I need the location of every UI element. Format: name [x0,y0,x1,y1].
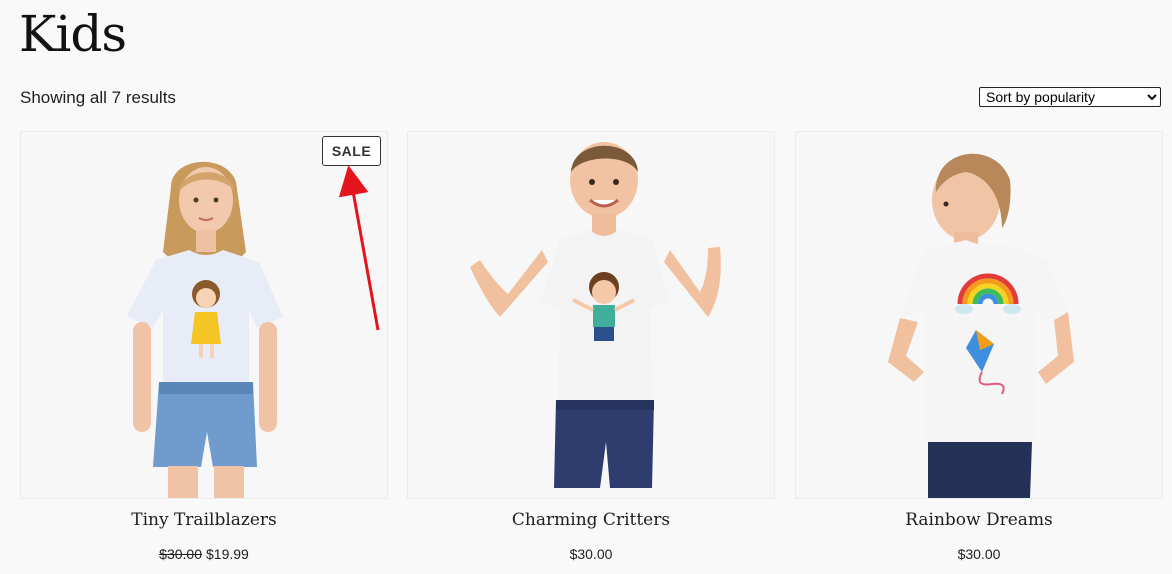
product-price: $30.00 [569,546,613,562]
shop-page: Kids Showing all 7 results Sort by popul… [0,0,1172,574]
sale-badge: SALE [322,136,381,166]
product-name[interactable]: Tiny Trailblazers [20,509,388,531]
product-name[interactable]: Rainbow Dreams [795,509,1163,531]
old-price: $30.00 [159,546,202,562]
product-card-tiny-trailblazers[interactable]: SALE Tiny Trailblazers $30.00 $19.99 [20,131,388,562]
product-image-charming-critters[interactable] [407,131,775,499]
product-price: $30.00 [957,546,1001,562]
result-count: Showing all 7 results [20,88,176,107]
sort-select[interactable]: Sort by popularity [979,87,1161,107]
girl-tshirt-photo-icon [127,161,283,498]
product-price: $30.00 $19.99 [20,545,388,563]
boy-tshirt-photo-icon [470,142,721,488]
sale-price: $19.99 [206,546,249,562]
product-image-rainbow-dreams[interactable] [795,131,1163,499]
product-card-rainbow-dreams[interactable]: Rainbow Dreams $30.00 [795,131,1163,562]
product-name[interactable]: Charming Critters [407,509,775,531]
product-image-tiny-trailblazers[interactable]: SALE [20,131,388,499]
toddler-tshirt-photo-icon [888,153,1074,498]
product-card-charming-critters[interactable]: Charming Critters $30.00 [407,131,775,562]
page-title: Kids [19,5,127,63]
